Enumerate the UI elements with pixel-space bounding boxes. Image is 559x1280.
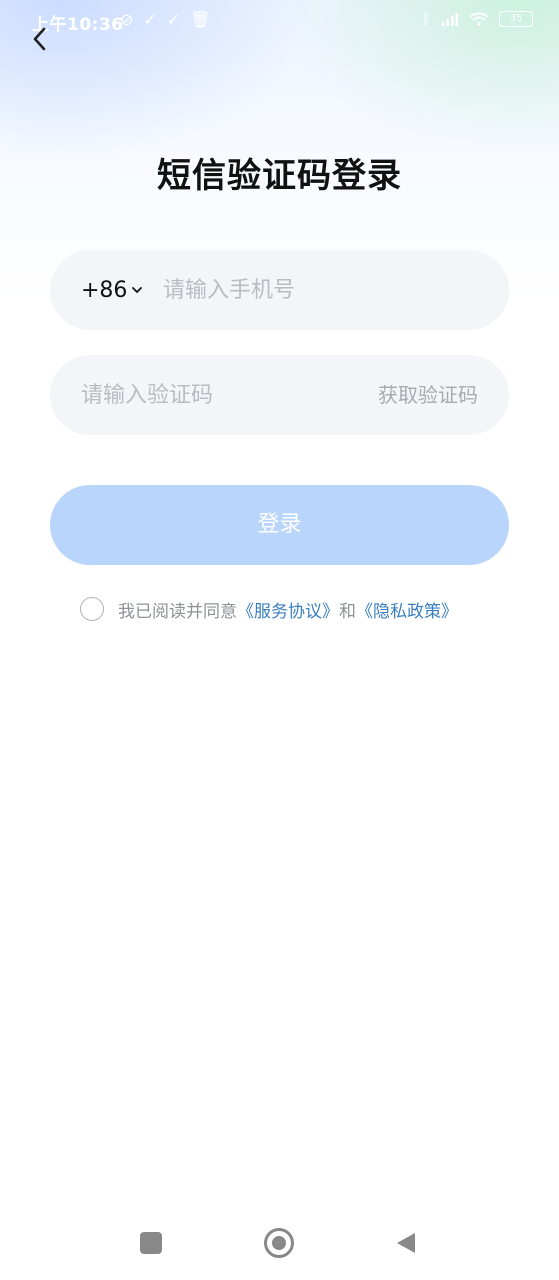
check-icon: ✓ <box>166 10 181 29</box>
get-code-button[interactable]: 获取验证码 <box>378 355 478 435</box>
agreement-prefix: 我已阅读并同意 <box>118 601 237 622</box>
code-field: 获取验证码 <box>50 355 509 435</box>
back-button[interactable] <box>22 22 56 56</box>
status-system-icons: ᛒ 35 <box>422 10 533 28</box>
page-title: 短信验证码登录 <box>157 156 402 196</box>
check-icon: ✓ <box>143 10 157 29</box>
phone-input[interactable] <box>163 250 483 330</box>
login-button[interactable]: 登录 <box>50 485 509 565</box>
status-notification-icons: ⊘ ✓ ✓ 🗑 <box>120 10 211 29</box>
agreement-conjunction: 和 <box>339 601 356 622</box>
agreement-row: 我已阅读并同意 《服务协议》 和 《隐私政策》 <box>80 596 458 622</box>
agreement-checkbox[interactable] <box>80 597 104 621</box>
signal-icon <box>442 13 458 26</box>
privacy-policy-link[interactable]: 《隐私政策》 <box>356 597 458 622</box>
status-bar: 上午10:36 ⊘ ✓ ✓ 🗑 ᛒ 35 <box>0 0 559 44</box>
phone-field: +86 <box>50 250 509 330</box>
back-triangle-icon[interactable] <box>394 1231 418 1255</box>
chevron-down-icon <box>132 287 143 294</box>
home-button[interactable] <box>264 1228 294 1258</box>
mute-icon: ⊘ <box>120 10 134 29</box>
wifi-icon <box>469 12 489 26</box>
system-navigation-bar <box>0 1215 559 1271</box>
country-code-label: +86 <box>81 277 128 303</box>
chevron-left-icon <box>33 27 46 51</box>
country-code-selector[interactable]: +86 <box>81 250 143 330</box>
recent-apps-button[interactable] <box>140 1232 162 1254</box>
bluetooth-icon: ᛒ <box>421 10 431 28</box>
verification-code-input[interactable] <box>81 355 341 435</box>
service-agreement-link[interactable]: 《服务协议》 <box>237 597 339 622</box>
battery-indicator: 35 <box>499 11 533 27</box>
trash-icon: 🗑 <box>190 10 211 29</box>
